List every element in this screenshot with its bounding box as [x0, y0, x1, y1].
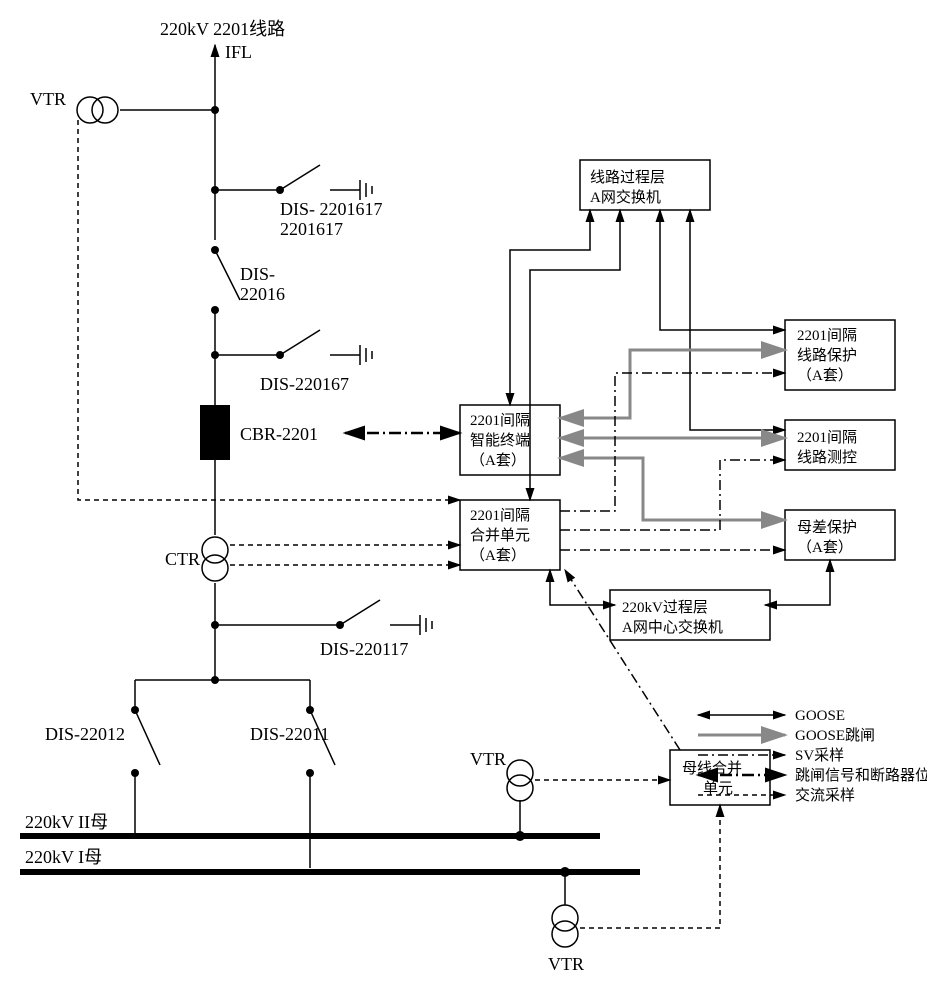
svg-text:线路过程层: 线路过程层	[590, 169, 665, 186]
ctr-label: CTR	[165, 549, 200, 569]
svg-text:母差保护: 母差保护	[797, 519, 857, 536]
bus2-label: 220kV II母	[25, 812, 108, 832]
svg-text:（A套）: （A套）	[470, 452, 526, 469]
svg-text:线路测控: 线路测控	[797, 449, 857, 466]
bus-merge-box: 母线合并 单元	[670, 750, 770, 805]
svg-text:合并单元: 合并单元	[470, 527, 530, 544]
dis-220117-symbol	[211, 600, 432, 635]
dis-220167-symbol	[211, 330, 372, 365]
svg-text:VTR: VTR	[548, 954, 584, 974]
bay2201-merge-box: 2201间隔 合并单元 （A套）	[460, 500, 560, 570]
dis-22011-symbol	[306, 680, 335, 868]
svg-text:GOOSE跳闸: GOOSE跳闸	[795, 727, 875, 744]
bay2201-linemc-box: 2201间隔 线路测控	[785, 420, 895, 470]
vtr-label: VTR	[30, 89, 66, 109]
dis-220167-label: DIS-220167	[260, 374, 349, 394]
svg-text:2201间隔: 2201间隔	[797, 327, 857, 344]
cbr-2201-label: CBR-2201	[240, 424, 318, 444]
svg-text:母线合并: 母线合并	[682, 760, 742, 777]
line-proc-switch-box: 线路过程层 A网交换机	[580, 160, 710, 210]
svg-text:智能终端: 智能终端	[470, 431, 530, 449]
bay2201-intterm-box: 2201间隔 智能终端 （A套）	[460, 405, 560, 475]
dis-2201617-label: DIS- 2201617 2201617	[280, 199, 387, 239]
dis-22011-label: DIS-22011	[250, 724, 329, 744]
diagram-title: 220kV 2201线路	[160, 19, 285, 39]
svg-text:（A套）: （A套）	[470, 547, 526, 564]
dis-22016-symbol	[211, 246, 240, 380]
vtr-bus2-symbol: VTR	[470, 749, 533, 841]
proc-center-switch-box: 220kV过程层 A网中心交换机	[610, 590, 770, 640]
vtr-bus1-symbol: VTR	[548, 867, 584, 974]
dis-22012-symbol	[131, 680, 160, 833]
dis-22016-label: DIS- 22016	[240, 264, 285, 304]
vtr-symbol: VTR	[30, 89, 219, 123]
svg-text:GOOSE: GOOSE	[795, 708, 845, 724]
svg-text:2201间隔: 2201间隔	[470, 412, 530, 429]
ctr-symbol: CTR	[165, 537, 228, 581]
busdiff-protect-box: 母差保护 （A套）	[785, 510, 895, 560]
ifl-label: IFL	[225, 42, 252, 62]
svg-text:线路保护: 线路保护	[797, 347, 857, 364]
dis-2201617-symbol	[211, 165, 372, 200]
svg-text:VTR: VTR	[470, 749, 506, 769]
svg-text:（A套）: （A套）	[797, 539, 853, 556]
svg-text:A网中心交换机: A网中心交换机	[622, 618, 723, 636]
bay2201-lineprotect-box: 2201间隔 线路保护 （A套）	[785, 320, 895, 390]
svg-text:（A套）: （A套）	[797, 367, 853, 384]
dis-22012-label: DIS-22012	[45, 724, 125, 744]
svg-text:2201间隔: 2201间隔	[470, 507, 530, 524]
svg-text:SV采样: SV采样	[795, 747, 844, 764]
svg-text:2201间隔: 2201间隔	[797, 429, 857, 446]
svg-text:A网交换机: A网交换机	[590, 188, 661, 206]
dis-220117-label: DIS-220117	[320, 639, 408, 659]
cbr-2201-symbol	[200, 380, 230, 535]
svg-text:交流采样: 交流采样	[795, 786, 855, 804]
bus1-label: 220kV I母	[25, 847, 102, 867]
svg-text:220kV过程层: 220kV过程层	[622, 599, 708, 616]
svg-text:跳闸信号和断路器位置: 跳闸信号和断路器位置	[795, 767, 927, 784]
